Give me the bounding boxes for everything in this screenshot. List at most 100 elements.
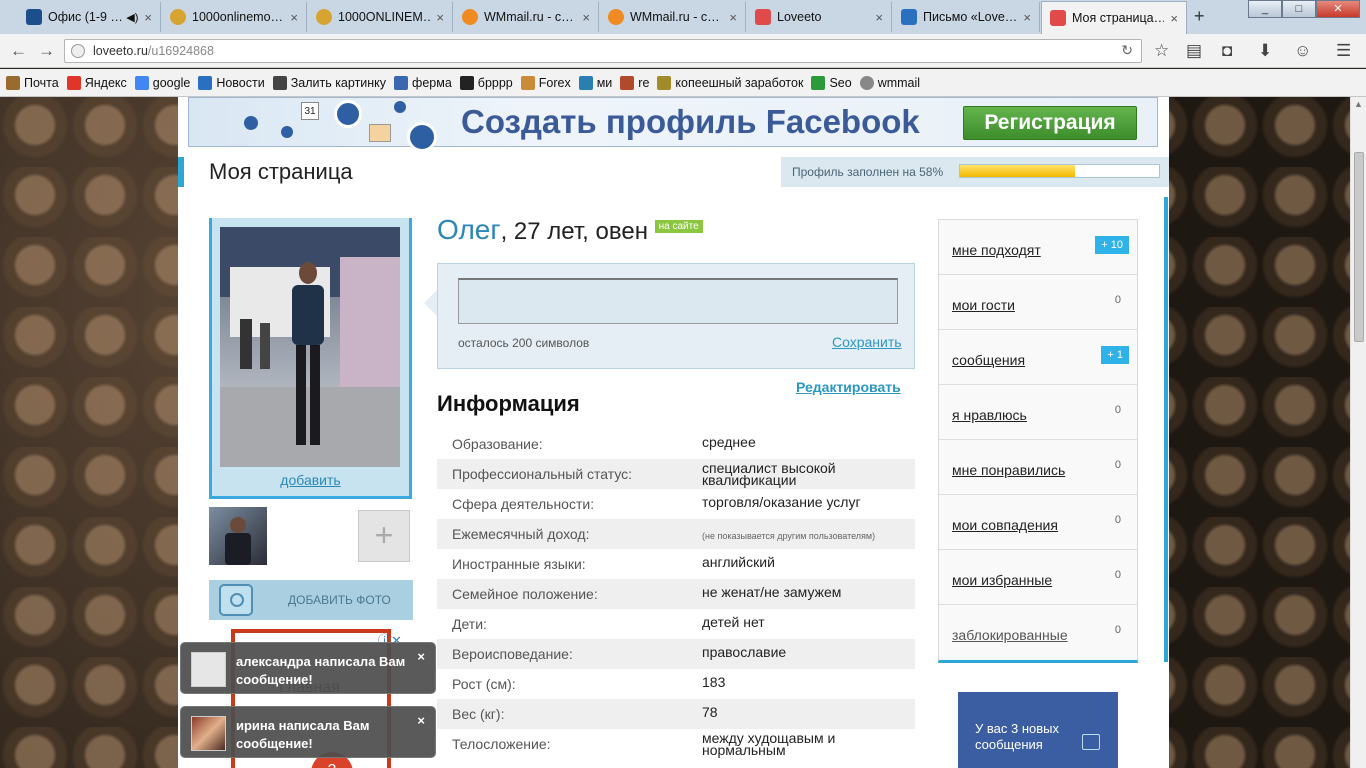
bookmark-mi[interactable]: ми <box>578 75 612 90</box>
tab-7[interactable]: Письмо «Love… × <box>893 2 1040 32</box>
close-icon[interactable]: × <box>1170 11 1178 26</box>
menu-item-i-liked[interactable]: мне понравились 0 <box>939 440 1137 495</box>
add-photo-link[interactable]: добавить <box>212 472 409 488</box>
mi-icon <box>578 75 593 90</box>
add-photo-slot[interactable]: + <box>358 510 410 562</box>
menu-item-blocked[interactable]: заблокированные 0 <box>939 605 1137 660</box>
menu-item-matches[interactable]: мне подходят + 10 <box>939 220 1137 275</box>
count: 0 <box>1114 404 1121 416</box>
close-icon[interactable]: × <box>417 713 425 728</box>
coin-icon <box>657 75 672 90</box>
new-tab-button[interactable]: + <box>1194 6 1205 27</box>
forex-icon <box>520 75 535 90</box>
facebook-ad-banner[interactable]: 31 Создать профиль Facebook Регистрация <box>188 97 1158 152</box>
menu-item-favorites[interactable]: мои избранные 0 <box>939 550 1137 605</box>
video-icon <box>26 9 42 25</box>
tab-1[interactable]: Офис (1-9 … ◀) × <box>18 2 161 32</box>
tab-8-active[interactable]: Моя страница… × <box>1041 1 1187 34</box>
menu-icon[interactable]: ☰ <box>1336 41 1351 61</box>
menu-item-mutual[interactable]: мои совпадения 0 <box>939 495 1137 550</box>
status-input[interactable] <box>458 278 898 324</box>
avatar-icon <box>281 126 293 138</box>
bookmark-re[interactable]: re <box>620 75 649 90</box>
bookmark-novosti[interactable]: Новости <box>198 75 265 90</box>
pocket-icon[interactable]: ◘ <box>1222 41 1232 61</box>
close-icon[interactable]: × <box>290 10 298 25</box>
window-close-icon[interactable]: ✕ <box>1316 0 1360 18</box>
register-button[interactable]: Регистрация <box>963 106 1137 140</box>
farm-icon <box>394 75 409 90</box>
notification-popup[interactable]: ирина написала Вам сообщение! × <box>180 706 436 758</box>
bookmark-pochta[interactable]: Почта <box>6 75 59 90</box>
scroll-up-icon[interactable]: ▲ <box>1354 99 1363 109</box>
accent-bar <box>178 157 184 187</box>
close-icon[interactable]: × <box>417 649 425 664</box>
download-icon[interactable]: ⬇ <box>1258 41 1272 61</box>
close-icon[interactable]: × <box>436 10 444 25</box>
bookmark-icon <box>6 75 20 90</box>
avatar-icon <box>394 101 406 113</box>
mail-icon <box>901 9 917 25</box>
reload-icon[interactable]: ↻ <box>1121 42 1133 59</box>
ad-title: Создать профиль Facebook <box>461 103 920 140</box>
close-icon[interactable]: × <box>729 10 737 25</box>
tab-2[interactable]: 1000onlinemo… × <box>162 2 307 32</box>
wmmail-icon <box>859 75 874 90</box>
online-badge: на сайте <box>654 220 703 233</box>
bookmark-upload-image[interactable]: Залить картинку <box>272 75 386 90</box>
edit-info-link[interactable]: Редактировать <box>796 379 901 395</box>
bookmark-star-icon[interactable]: ☆ <box>1154 41 1169 61</box>
menu-item-guests[interactable]: мои гости 0 <box>939 275 1137 330</box>
photo-thumbnail[interactable] <box>209 507 267 565</box>
maximize-icon[interactable]: □ <box>1282 0 1316 18</box>
scrollbar-thumb[interactable] <box>1354 152 1364 342</box>
favicon-icon <box>608 9 624 25</box>
close-icon[interactable]: × <box>582 10 590 25</box>
forward-icon[interactable]: → <box>38 41 55 61</box>
profile-progress-bar <box>959 164 1160 178</box>
status-box: осталось 200 символов Сохранить <box>424 263 915 369</box>
close-icon[interactable]: × <box>1023 10 1031 25</box>
new-messages-box[interactable]: У вас 3 новых сообщения <box>958 692 1118 768</box>
favicon-icon <box>170 9 186 25</box>
bookmark-kopeeshny[interactable]: копеешный заработок <box>657 75 803 90</box>
reading-list-icon[interactable]: ▤ <box>1186 41 1202 61</box>
tab-5[interactable]: WMmail.ru - с… × <box>600 2 746 32</box>
chars-left: осталось 200 символов <box>458 336 590 350</box>
bookmark-yandex[interactable]: Яндекс <box>66 75 127 90</box>
info-row: Семейное положение: не женат/не замужем <box>437 579 915 609</box>
back-icon[interactable]: ← <box>10 41 27 61</box>
seo-icon <box>811 75 826 90</box>
menu-item-messages[interactable]: сообщения + 1 <box>939 330 1137 385</box>
hello-icon[interactable]: ☺ <box>1294 41 1311 61</box>
message-icon <box>1082 734 1100 750</box>
profile-photo-box: добавить <box>209 218 412 499</box>
notification-popup[interactable]: александра написала Вам сообщение! × <box>180 642 436 694</box>
count: 0 <box>1114 569 1121 581</box>
page-header: Моя страница Профиль заполнен на 58% <box>178 157 1169 187</box>
tab-3[interactable]: 1000ONLINEM… × <box>308 2 453 32</box>
scrollbar[interactable]: ▲ <box>1350 97 1366 768</box>
bookmark-google[interactable]: google <box>134 75 190 90</box>
photo-icon <box>369 124 391 142</box>
menu-item-liked-me[interactable]: я нравлюсь 0 <box>939 385 1137 440</box>
clapper-icon <box>459 75 474 90</box>
close-icon[interactable]: × <box>875 10 883 25</box>
save-status-link[interactable]: Сохранить <box>832 334 902 350</box>
bookmark-seo[interactable]: Seo <box>811 75 852 90</box>
user-name[interactable]: Олег <box>437 214 501 245</box>
bookmark-forex[interactable]: Forex <box>520 75 571 90</box>
address-bar[interactable]: loveeto.ru/u16924868 ↻ <box>64 39 1142 63</box>
bookmark-brrrr[interactable]: брррр <box>459 75 513 90</box>
profile-progress-label: Профиль заполнен на 58% <box>792 165 944 179</box>
add-photo-button[interactable]: ДОБАВИТЬ ФОТО <box>209 580 413 620</box>
bookmark-wmmail[interactable]: wmmail <box>859 75 920 90</box>
yandex-icon <box>66 75 81 90</box>
profile-photo[interactable] <box>220 227 400 467</box>
tab-6[interactable]: Loveeto × <box>747 2 892 32</box>
tab-4[interactable]: WMmail.ru - с… × <box>454 2 599 32</box>
minimize-icon[interactable]: _ <box>1248 0 1282 18</box>
close-icon[interactable]: × <box>144 10 152 25</box>
bookmark-ferma[interactable]: ферма <box>394 75 452 90</box>
info-row: Сфера деятельности: торговля/оказание усл… <box>452 494 861 512</box>
